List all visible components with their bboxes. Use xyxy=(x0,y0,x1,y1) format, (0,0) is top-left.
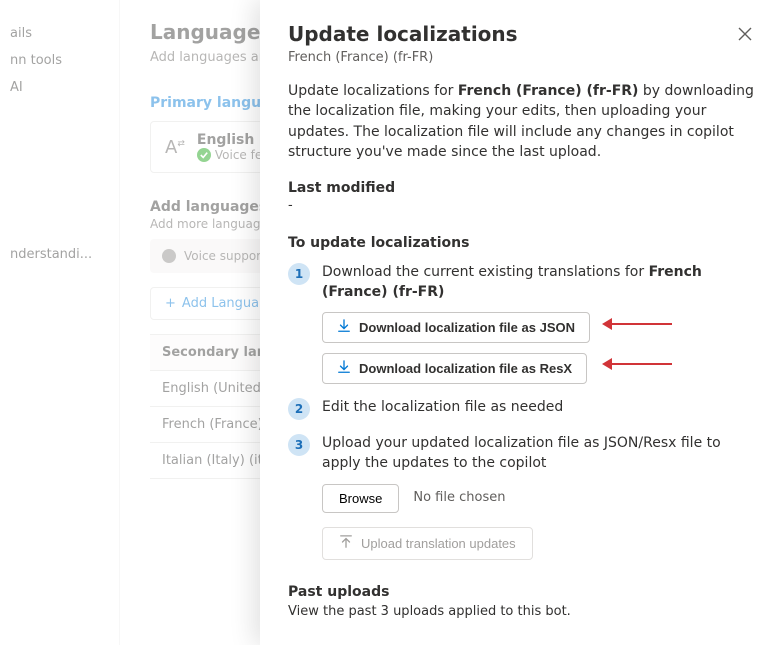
close-button[interactable] xyxy=(734,22,756,49)
past-uploads-sub: View the past 3 uploads applied to this … xyxy=(288,604,756,619)
download-resx-button[interactable]: Download localization file as ResX xyxy=(322,353,587,384)
last-modified-label: Last modified xyxy=(288,180,756,196)
steps-heading: To update localizations xyxy=(288,235,756,251)
upload-translation-button[interactable]: Upload translation updates xyxy=(322,527,533,560)
browse-button[interactable]: Browse xyxy=(322,484,399,513)
step-2: 2 Edit the localization file as needed xyxy=(288,398,756,420)
no-file-label: No file chosen xyxy=(413,489,505,507)
panel-description: Update localizations for French (France)… xyxy=(288,81,756,162)
step-number: 1 xyxy=(288,263,310,285)
step-number: 2 xyxy=(288,398,310,420)
annotation-arrow xyxy=(602,318,672,330)
panel-subtitle: French (France) (fr-FR) xyxy=(288,50,518,65)
step-number: 3 xyxy=(288,434,310,456)
past-uploads-heading: Past uploads xyxy=(288,584,756,600)
step-1: 1 Download the current existing translat… xyxy=(288,263,756,384)
download-icon xyxy=(337,319,351,336)
download-icon xyxy=(337,360,351,377)
upload-icon xyxy=(339,535,353,552)
annotation-arrow xyxy=(602,358,672,370)
step-3: 3 Upload your updated localization file … xyxy=(288,434,756,559)
last-modified-value: - xyxy=(288,198,756,213)
update-localizations-panel: Update localizations French (France) (fr… xyxy=(260,0,784,645)
download-json-button[interactable]: Download localization file as JSON xyxy=(322,312,590,343)
panel-title: Update localizations xyxy=(288,22,518,46)
